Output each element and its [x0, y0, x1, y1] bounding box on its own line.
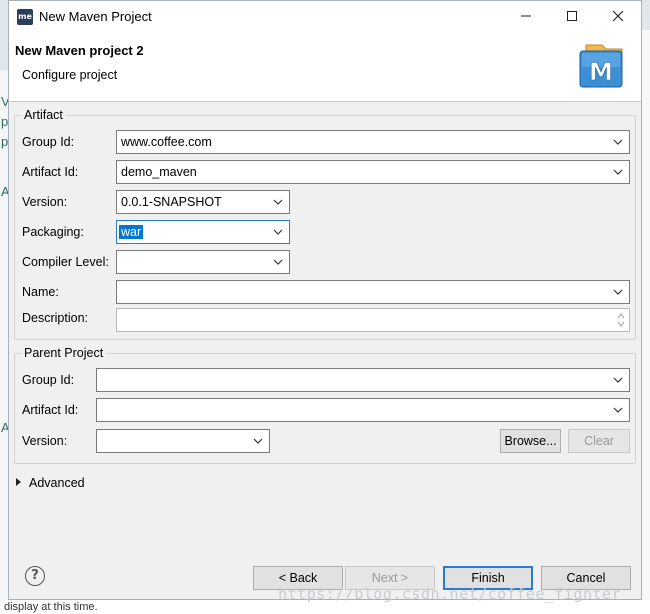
window-title: New Maven Project	[39, 9, 152, 24]
clear-button[interactable]: Clear	[568, 429, 630, 453]
artifact-id-value: demo_maven	[121, 165, 197, 179]
maven-logo-letter: M	[589, 58, 613, 86]
parent-artifact-id-combo[interactable]	[96, 398, 630, 422]
packaging-value: war	[119, 225, 144, 239]
wizard-subtitle: Configure project	[22, 68, 118, 82]
maximize-icon	[567, 11, 577, 21]
chevron-down-icon[interactable]	[612, 374, 624, 386]
version-label: Version:	[22, 195, 68, 209]
parent-project-legend: Parent Project	[24, 346, 104, 360]
compiler-level-label: Compiler Level:	[22, 255, 109, 269]
artifact-id-label: Artifact Id:	[22, 165, 79, 179]
scroll-arrows-icon[interactable]	[616, 310, 626, 330]
chevron-down-icon[interactable]	[612, 136, 624, 148]
wizard-title: New Maven project 2	[15, 43, 144, 58]
name-combo[interactable]	[116, 280, 630, 304]
name-label: Name:	[22, 285, 59, 299]
expand-arrow-icon	[16, 478, 21, 486]
browse-button[interactable]: Browse...	[500, 429, 561, 453]
parent-group-id-label: Group Id:	[22, 373, 75, 387]
background-right-edge	[642, 30, 650, 600]
watermark-text: https://blog.csdn.net/coffee_fighter	[278, 585, 622, 603]
new-maven-project-dialog: me New Maven Project New Maven project 2…	[8, 0, 642, 600]
parent-version-label: Version:	[22, 434, 68, 448]
parent-version-combo[interactable]	[96, 429, 270, 453]
group-id-combo[interactable]: www.coffee.com	[116, 130, 630, 154]
help-icon[interactable]: ?	[25, 566, 45, 586]
maximize-button[interactable]	[549, 1, 595, 32]
wizard-content: Artifact Group Id: www.coffee.com Artifa…	[9, 102, 641, 542]
close-button[interactable]	[595, 1, 641, 32]
advanced-expander[interactable]: Advanced	[16, 476, 85, 490]
chevron-down-icon[interactable]	[612, 286, 624, 298]
chevron-down-icon[interactable]	[612, 166, 624, 178]
advanced-label: Advanced	[29, 476, 85, 490]
maven-logo-icon: M	[572, 39, 628, 89]
background-fragment: V p p A A	[0, 70, 8, 600]
artifact-legend: Artifact	[24, 108, 63, 122]
artifact-id-combo[interactable]: demo_maven	[116, 160, 630, 184]
packaging-combo[interactable]: war	[116, 220, 290, 244]
description-label: Description:	[22, 311, 88, 325]
version-combo[interactable]: 0.0.1-SNAPSHOT	[116, 190, 290, 214]
chevron-down-icon[interactable]	[272, 196, 284, 208]
parent-group-id-combo[interactable]	[96, 368, 630, 392]
minimize-button[interactable]	[503, 1, 549, 32]
parent-artifact-id-label: Artifact Id:	[22, 403, 79, 417]
close-icon	[612, 10, 624, 22]
description-textarea[interactable]	[116, 308, 630, 332]
group-id-label: Group Id:	[22, 135, 75, 149]
chevron-down-icon[interactable]	[272, 226, 284, 238]
title-bar[interactable]: me New Maven Project	[9, 1, 641, 32]
chevron-down-icon[interactable]	[612, 404, 624, 416]
compiler-level-combo[interactable]	[116, 250, 290, 274]
wizard-header: New Maven project 2 Configure project M	[9, 32, 641, 102]
group-id-value: www.coffee.com	[121, 135, 212, 149]
chevron-down-icon[interactable]	[252, 435, 264, 447]
eclipse-app-icon: me	[17, 9, 33, 25]
packaging-label: Packaging:	[22, 225, 84, 239]
chevron-down-icon[interactable]	[272, 256, 284, 268]
minimize-icon	[521, 15, 531, 17]
version-value: 0.0.1-SNAPSHOT	[121, 195, 222, 209]
